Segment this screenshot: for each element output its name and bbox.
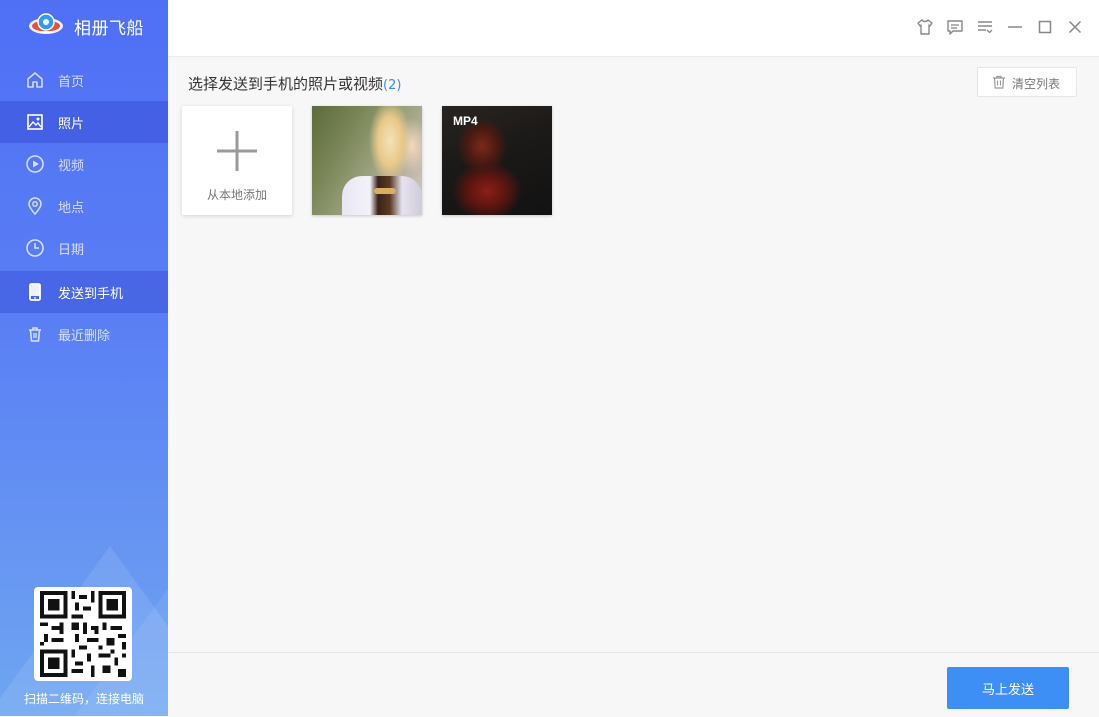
media-thumbnail-photo[interactable]: [312, 106, 422, 215]
sidebar-item-recently-deleted[interactable]: 最近删除: [0, 313, 168, 355]
close-icon[interactable]: [1066, 18, 1084, 36]
sidebar-item-photos[interactable]: 照片: [0, 101, 168, 143]
clear-list-label: 清空列表: [1012, 77, 1061, 91]
send-now-button[interactable]: 马上发送: [947, 667, 1069, 709]
video-format-badge: MP4: [453, 114, 478, 128]
sidebar-item-label: 发送到手机: [58, 286, 124, 302]
sidebar-item-home[interactable]: 首页: [0, 59, 168, 101]
sidebar-item-label: 首页: [58, 74, 85, 90]
photo-content: [342, 176, 422, 215]
app-name: 相册飞船: [74, 19, 144, 39]
add-from-local-label: 从本地添加: [206, 188, 267, 202]
minimize-icon[interactable]: [1006, 18, 1024, 36]
qr-caption: 扫描二维码，连接电脑: [23, 692, 144, 706]
brand: 相册飞船: [0, 0, 168, 52]
qr-code-icon: [40, 591, 126, 677]
sidebar-nav: 首页 照片 视频 地点 日期 发送到手机 最近删除: [0, 59, 168, 355]
trash-icon: [29, 327, 41, 342]
sidebar-item-dates[interactable]: 日期: [0, 227, 168, 269]
app-logo-icon: [29, 13, 63, 34]
shirt-icon[interactable]: [916, 18, 934, 36]
maximize-icon[interactable]: [1036, 18, 1054, 36]
qr-code: [34, 587, 132, 681]
trash-icon: [993, 75, 1005, 89]
sidebar-item-places[interactable]: 地点: [0, 185, 168, 227]
phone-icon: [29, 283, 41, 301]
sidebar-item-label: 最近删除: [58, 328, 111, 344]
sidebar-item-send-to-phone[interactable]: 发送到手机: [0, 271, 168, 313]
media-thumbnail-video[interactable]: MP4: [442, 106, 552, 215]
plus-icon: [217, 131, 257, 171]
location-pin-icon: [28, 197, 42, 216]
clock-icon: [26, 239, 44, 257]
page-title: 选择发送到手机的照片或视频(2): [188, 73, 401, 94]
photo-content: [374, 188, 396, 194]
home-icon: [27, 72, 43, 88]
sidebar: 相册飞船 首页 照片 视频 地点 日期 发送到手机 最近删除 扫描二维码，连接电…: [0, 0, 168, 716]
item-count: (2): [383, 78, 402, 93]
photo-icon: [27, 114, 43, 130]
message-icon[interactable]: [946, 18, 964, 36]
sidebar-item-label: 日期: [58, 242, 85, 258]
add-from-local-button[interactable]: 从本地添加: [182, 106, 292, 215]
clear-list-button[interactable]: 清空列表: [977, 67, 1077, 97]
page-title-text: 选择发送到手机的照片或视频: [188, 75, 384, 93]
sidebar-item-videos[interactable]: 视频: [0, 143, 168, 185]
sidebar-item-label: 地点: [58, 200, 85, 216]
play-icon: [26, 155, 44, 173]
sidebar-item-label: 视频: [58, 158, 85, 174]
menu-icon[interactable]: [976, 18, 994, 36]
sidebar-item-label: 照片: [58, 116, 85, 132]
